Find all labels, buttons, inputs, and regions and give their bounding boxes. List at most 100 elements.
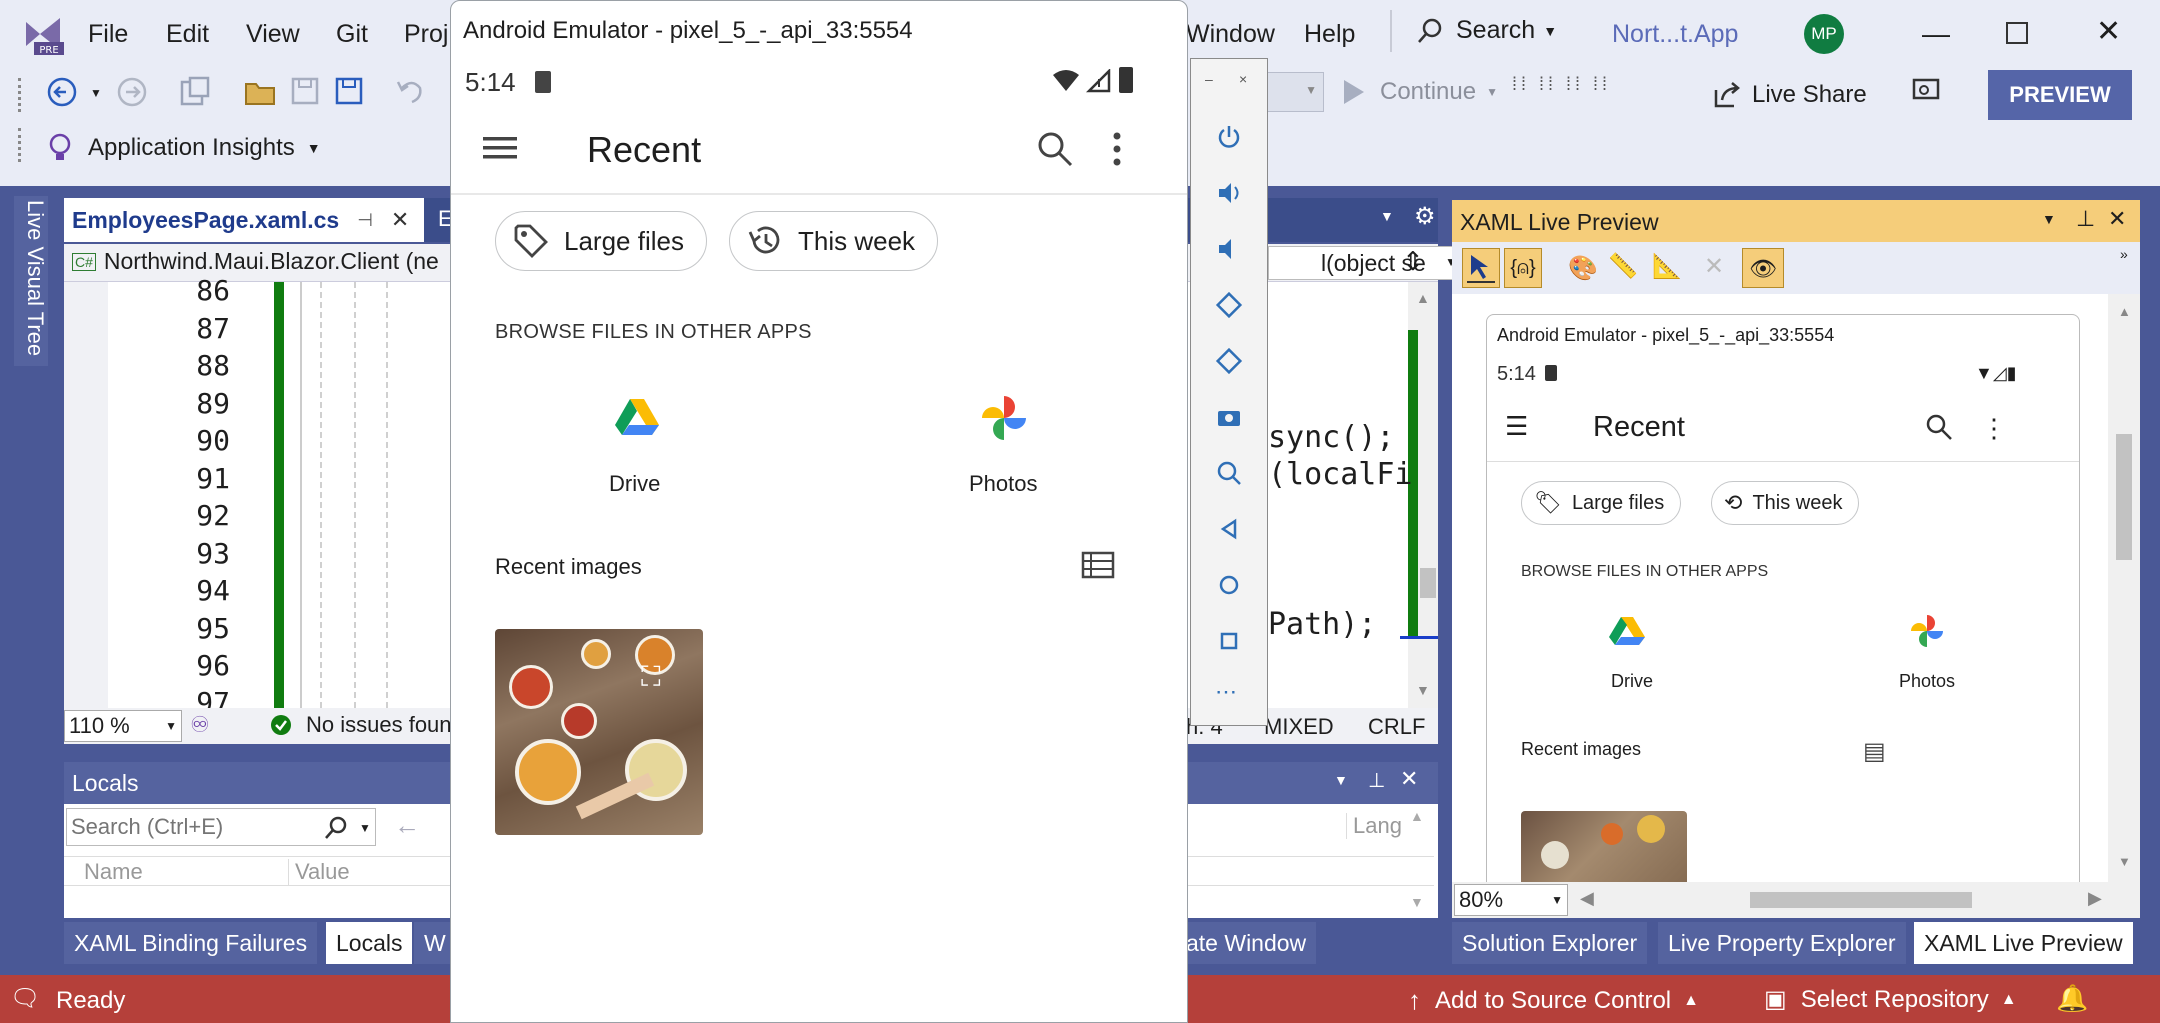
- col-name[interactable]: Name: [84, 859, 143, 885]
- new-project-icon[interactable]: [178, 76, 212, 108]
- scroll-thumb[interactable]: [1420, 568, 1436, 598]
- menu-window[interactable]: Window: [1186, 20, 1275, 49]
- select-element-icon[interactable]: [1462, 248, 1500, 288]
- open-folder-icon[interactable]: [244, 76, 278, 108]
- tab-xaml-live-preview[interactable]: XAML Live Preview: [1914, 922, 2133, 964]
- xlp-zoom-dropdown[interactable]: 80% ▼: [1454, 884, 1568, 916]
- more-icon[interactable]: ⋯: [1215, 679, 1237, 705]
- xlp-photos-icon[interactable]: [1909, 613, 1945, 649]
- chip-large-files[interactable]: Large files: [495, 211, 707, 271]
- hamburger-menu-icon[interactable]: [483, 135, 517, 161]
- xlp-canvas[interactable]: Android Emulator - pixel_5_-_api_33:5554…: [1452, 294, 2140, 882]
- add-to-source-control[interactable]: ↑ Add to Source Control ▲: [1408, 985, 1699, 1016]
- live-visual-tree-tab[interactable]: Live Visual Tree: [14, 196, 48, 366]
- clear-icon[interactable]: ✕: [1704, 252, 1724, 281]
- search-button[interactable]: Search ▼: [1416, 16, 1557, 45]
- volume-down-icon[interactable]: [1215, 235, 1243, 263]
- project-dropdown[interactable]: C# Northwind.Maui.Blazor.Client (ne: [72, 248, 439, 275]
- volume-up-icon[interactable]: [1215, 179, 1243, 207]
- intellicode-icon[interactable]: ♾: [190, 712, 210, 738]
- toolbar-close-icon[interactable]: ×: [1239, 71, 1247, 87]
- scroll-down-icon[interactable]: ▼: [2118, 854, 2131, 869]
- zoom-icon[interactable]: [1215, 459, 1243, 487]
- live-share-button[interactable]: Live Share: [1712, 80, 1867, 110]
- feedback-icon[interactable]: [1910, 76, 1942, 108]
- nav-home-icon[interactable]: [1215, 571, 1243, 599]
- menu-file[interactable]: File: [88, 20, 128, 49]
- back-icon[interactable]: [46, 76, 78, 108]
- power-icon[interactable]: [1215, 123, 1243, 151]
- xlp-hscroll-thumb[interactable]: [1750, 892, 1972, 908]
- avatar[interactable]: MP: [1804, 14, 1844, 54]
- preview-button[interactable]: PREVIEW: [1988, 70, 2132, 120]
- member-dropdown[interactable]: l(object se▼: [1268, 246, 1464, 280]
- display-layout-adorners-icon[interactable]: {⍝}: [1504, 248, 1542, 288]
- xlp-list-view-icon[interactable]: ▤: [1863, 737, 1886, 766]
- menu-help[interactable]: Help: [1304, 20, 1355, 49]
- xlp-chip-this-week[interactable]: ⟲ This week: [1711, 481, 1860, 525]
- nav-overview-icon[interactable]: [1215, 627, 1243, 655]
- scroll-up-icon[interactable]: ▲: [1410, 808, 1424, 824]
- recent-image-thumbnail[interactable]: ⛶: [495, 629, 703, 835]
- chevron-down-icon[interactable]: ▼: [1334, 772, 1348, 788]
- scroll-thumb[interactable]: [2116, 434, 2132, 560]
- scroll-down-icon[interactable]: ▼: [1410, 894, 1424, 910]
- overflow-icon[interactable]: »: [2120, 246, 2128, 262]
- gear-icon[interactable]: ⚙: [1414, 202, 1436, 231]
- tab-live-property-explorer[interactable]: Live Property Explorer: [1658, 922, 1906, 964]
- xlp-chip-large-files[interactable]: 🏷 Large files: [1521, 481, 1682, 525]
- xlp-recent-image-thumbnail[interactable]: [1521, 811, 1687, 882]
- tab-immediate-window[interactable]: ate Window: [1176, 922, 1317, 964]
- tab-employees-page[interactable]: EmployeesPage.xaml.cs ⊣ ✕: [64, 198, 424, 242]
- menu-project[interactable]: Proj: [404, 20, 448, 49]
- close-icon[interactable]: ✕: [2096, 14, 2121, 49]
- list-view-icon[interactable]: [1081, 551, 1115, 579]
- scroll-down-icon[interactable]: ▼: [1416, 682, 1430, 698]
- more-options-icon[interactable]: [1111, 131, 1123, 167]
- scroll-up-icon[interactable]: ▲: [1416, 290, 1430, 306]
- undo-icon[interactable]: [394, 76, 426, 106]
- save-icon[interactable]: [290, 76, 320, 106]
- col-value[interactable]: Value: [288, 859, 350, 885]
- search-icon[interactable]: [1037, 131, 1073, 167]
- photos-app-icon[interactable]: [981, 395, 1027, 441]
- tab-xaml-binding-failures[interactable]: XAML Binding Failures: [64, 922, 318, 964]
- nav-back-icon[interactable]: [1215, 515, 1243, 543]
- back-arrow-icon[interactable]: ←: [394, 810, 420, 841]
- locals-search-input[interactable]: [71, 813, 321, 841]
- eye-icon[interactable]: 👁: [1742, 248, 1784, 288]
- rotate-left-icon[interactable]: [1215, 291, 1243, 319]
- close-icon[interactable]: ✕: [1400, 766, 1418, 792]
- chevron-down-icon[interactable]: ▼: [359, 821, 371, 835]
- line-ending-indicator[interactable]: CRLF: [1368, 714, 1425, 740]
- pin-icon[interactable]: ⊣: [357, 210, 373, 231]
- chevron-down-icon[interactable]: ▼: [2042, 211, 2056, 227]
- xlp-search-icon[interactable]: [1925, 413, 1953, 441]
- close-icon[interactable]: ✕: [2108, 206, 2126, 232]
- xlp-menu-icon[interactable]: ☰: [1505, 411, 1528, 442]
- debug-step-icons[interactable]: ⁞⁞ ⁞⁞ ⁞⁞ ⁞⁞: [1512, 74, 1658, 114]
- ruler-horizontal-icon[interactable]: 📐: [1652, 252, 1682, 281]
- tabs-indicator[interactable]: MIXED: [1264, 714, 1334, 740]
- camera-icon[interactable]: [1215, 403, 1243, 431]
- editor-scrollbar[interactable]: ▲ ▼: [1408, 282, 1438, 708]
- menu-git[interactable]: Git: [336, 20, 368, 49]
- tab-list-dropdown-icon[interactable]: ▼: [1380, 208, 1394, 224]
- xlp-vscrollbar[interactable]: ▲ ▼: [2108, 294, 2140, 882]
- select-repository[interactable]: ▣ Select Repository ▲: [1764, 985, 2017, 1014]
- split-editor-icon[interactable]: ⇕: [1402, 246, 1424, 277]
- scroll-right-icon[interactable]: ▶: [2088, 888, 2102, 909]
- toolbar-minimize-icon[interactable]: –: [1205, 71, 1213, 87]
- pin-icon[interactable]: ⊥: [2076, 206, 2095, 232]
- continue-button[interactable]: Continue ▼: [1342, 78, 1498, 106]
- chip-this-week[interactable]: This week: [729, 211, 939, 271]
- drive-app-icon[interactable]: [615, 397, 659, 437]
- xlp-drive-icon[interactable]: [1609, 615, 1645, 647]
- minimize-icon[interactable]: —: [1922, 18, 1950, 50]
- app-insights-button[interactable]: Application Insights ▼: [46, 132, 321, 164]
- palette-icon[interactable]: 🎨: [1568, 254, 1598, 283]
- output-icon[interactable]: 🗨: [10, 984, 40, 1013]
- debug-target-dropdown[interactable]: ▼: [1264, 72, 1324, 112]
- menu-edit[interactable]: Edit: [166, 20, 209, 49]
- tab-locals[interactable]: Locals: [326, 922, 413, 964]
